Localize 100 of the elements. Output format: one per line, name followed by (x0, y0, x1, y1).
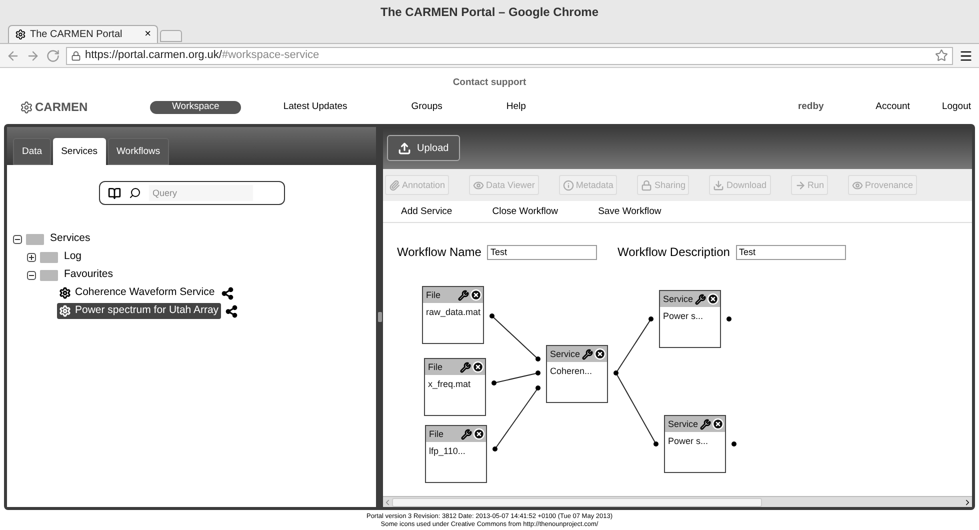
node-type: Service (668, 418, 698, 430)
scroll-right-icon[interactable] (963, 498, 972, 506)
folder-icon (40, 270, 58, 281)
folder-icon (26, 234, 44, 245)
gear-icon (59, 305, 71, 318)
node-type: Service (663, 292, 694, 306)
favicon-icon (15, 29, 26, 40)
reload-icon[interactable] (46, 48, 60, 62)
menu-link[interactable]: Close Workflow (492, 204, 558, 219)
file-node[interactable]: File x_freq.mat (424, 358, 486, 416)
port-dot[interactable] (726, 316, 732, 322)
wrench-icon[interactable] (700, 418, 711, 430)
port-dot[interactable] (490, 314, 494, 319)
panel-tab[interactable]: Data (13, 138, 52, 166)
collapse-icon[interactable] (27, 270, 36, 280)
username: redby (798, 100, 824, 114)
address-bar[interactable]: https://portal.carmen.org.uk/#workspace-service (66, 46, 953, 64)
panel-tab[interactable]: Workflows (108, 138, 170, 166)
node-type: File (426, 288, 441, 302)
upload-button[interactable]: Upload (387, 135, 460, 162)
tree-item[interactable]: Services (48, 231, 92, 248)
service-node[interactable]: Service Power s... (664, 415, 726, 474)
search-field[interactable]: Query (98, 181, 284, 206)
splitter-handle[interactable] (378, 312, 382, 322)
wrench-icon[interactable] (458, 290, 469, 301)
node-label: x_freq.mat (427, 378, 471, 390)
wrench-icon[interactable] (461, 428, 472, 440)
connector-line (492, 316, 538, 360)
port-dot[interactable] (536, 386, 540, 391)
search-icon (128, 187, 140, 200)
nav-link[interactable]: Groups (389, 100, 464, 114)
workflow-name-field[interactable]: Test (487, 244, 598, 260)
field-label: Workflow Name (397, 244, 482, 262)
account-link[interactable]: Logout (942, 100, 971, 114)
upload-icon (398, 142, 411, 155)
close-icon[interactable] (594, 348, 606, 360)
wrench-icon[interactable] (460, 362, 471, 373)
lock-icon (641, 180, 652, 191)
account-link[interactable]: Account (876, 100, 910, 114)
tree-item[interactable]: Favourites (62, 267, 116, 284)
download-icon (713, 180, 724, 191)
port-dot[interactable] (614, 370, 618, 376)
close-icon[interactable] (473, 428, 485, 440)
port-dot[interactable] (654, 442, 658, 447)
menu-link[interactable]: Add Service (401, 204, 452, 219)
logo-icon (20, 100, 33, 114)
forward-icon[interactable] (26, 48, 40, 62)
nav-link[interactable]: Workspace (150, 100, 242, 114)
horizontal-scrollbar[interactable] (383, 496, 972, 507)
panel-tab[interactable]: Services (53, 138, 106, 166)
node-type: File (429, 428, 444, 440)
file-node[interactable]: File lfp_110... (425, 425, 487, 484)
gear-icon (59, 287, 71, 300)
nav-link[interactable]: Help (484, 100, 548, 114)
share-icon[interactable] (220, 286, 234, 300)
eye-icon (852, 180, 864, 191)
menu-link[interactable]: Save Workflow (598, 204, 662, 219)
close-icon[interactable] (707, 293, 719, 306)
paperclip-icon (389, 180, 400, 191)
lock-icon (71, 50, 81, 60)
close-icon[interactable] (470, 289, 482, 302)
collapse-icon[interactable] (13, 234, 22, 244)
tab-close[interactable]: × (144, 26, 151, 43)
connector-line (616, 318, 652, 374)
eye-icon (473, 180, 484, 191)
port-dot[interactable] (536, 356, 540, 362)
tree-item[interactable]: Coherence Waveform Service (57, 285, 217, 302)
port-dot[interactable] (536, 370, 540, 376)
tree-item[interactable]: Power spectrum for Utah Array (57, 303, 221, 320)
file-node[interactable]: File raw_data.mat (422, 286, 484, 344)
browser-tab[interactable]: The CARMEN Portal × (8, 25, 158, 43)
star-icon[interactable] (935, 49, 948, 62)
service-node[interactable]: Service Coheren... (546, 345, 608, 404)
port-dot[interactable] (648, 316, 654, 322)
workflow-description-field[interactable]: Test (736, 244, 846, 260)
wrench-icon[interactable] (582, 348, 593, 360)
connector-line (494, 372, 538, 384)
arrow-icon (794, 180, 806, 191)
tree-item[interactable]: Log (62, 249, 84, 266)
node-type: Service (550, 348, 580, 360)
port-dot[interactable] (492, 380, 496, 386)
node-label: Power s... (662, 310, 704, 322)
share-icon[interactable] (224, 304, 238, 318)
contact-support-link[interactable]: Contact support (452, 76, 526, 90)
wrench-icon[interactable] (695, 294, 706, 305)
service-node[interactable]: Service Power s... (659, 290, 721, 348)
menu-icon[interactable] (959, 48, 973, 62)
window-title: The CARMEN Portal – Google Chrome (380, 4, 599, 21)
expand-icon[interactable] (27, 252, 36, 262)
back-icon[interactable] (6, 48, 20, 62)
close-icon[interactable] (472, 361, 484, 374)
book-icon[interactable] (108, 186, 120, 200)
port-dot[interactable] (732, 442, 736, 447)
close-icon[interactable] (712, 418, 724, 430)
logo: CARMEN (35, 99, 88, 116)
connector-line (494, 388, 538, 450)
node-label: lfp_110... (428, 445, 466, 458)
folder-icon (40, 252, 58, 263)
nav-link[interactable]: Latest Updates (261, 100, 370, 114)
port-dot[interactable] (492, 446, 498, 452)
